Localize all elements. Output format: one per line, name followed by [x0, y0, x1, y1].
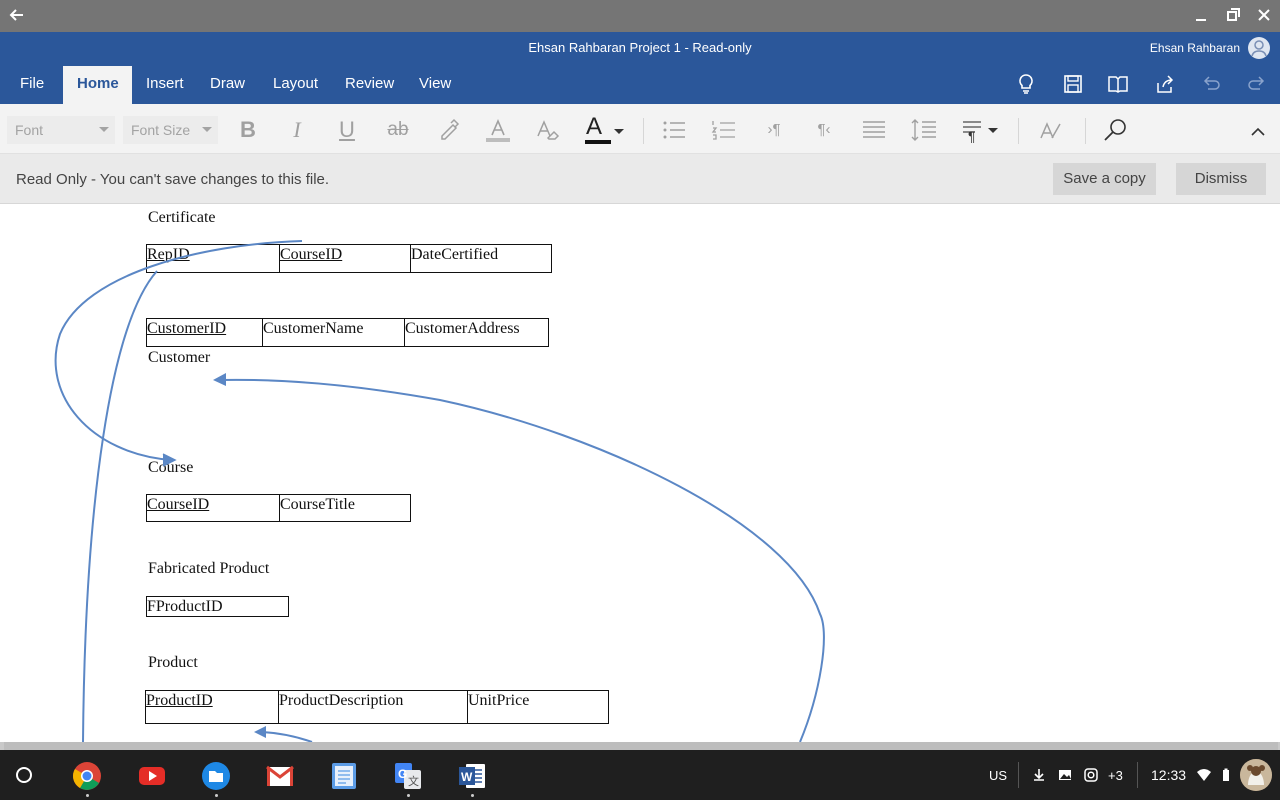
keyboard-locale[interactable]: US: [989, 768, 1007, 783]
chevron-down-icon: [614, 129, 624, 134]
scrollbar-thumb[interactable]: [4, 742, 1278, 750]
person-icon[interactable]: [1248, 37, 1270, 59]
menu-bar: File Home Insert Draw Layout Review View: [0, 64, 1280, 104]
save-icon[interactable]: [1062, 73, 1084, 95]
word-icon[interactable]: W: [457, 761, 487, 791]
tab-draw[interactable]: Draw: [196, 64, 259, 104]
redo-icon[interactable]: [1246, 73, 1268, 95]
tab-layout[interactable]: Layout: [259, 64, 332, 104]
translate-icon[interactable]: G文: [393, 761, 423, 791]
line-spacing-icon[interactable]: [910, 116, 938, 144]
os-shelf: G文 W US +3 12:33: [0, 750, 1280, 800]
restore-icon[interactable]: [1224, 6, 1242, 24]
youtube-icon[interactable]: [137, 761, 167, 791]
font-color-swatch: [585, 140, 611, 144]
chevron-down-icon: [202, 127, 212, 132]
font-size-dropdown-label: Font Size: [131, 122, 191, 138]
app-running-dot: [86, 794, 89, 797]
clear-format-icon[interactable]: [533, 116, 561, 144]
svg-text:W: W: [461, 770, 473, 784]
find-icon[interactable]: [1102, 116, 1130, 144]
ink-arrows: [54, 240, 825, 742]
files-icon[interactable]: [201, 761, 231, 791]
collapse-ribbon-icon[interactable]: [1244, 118, 1272, 146]
highlighter-icon[interactable]: [435, 116, 463, 144]
wifi-icon[interactable]: [1197, 768, 1211, 782]
account-avatar[interactable]: [1240, 759, 1272, 791]
svg-text:¶: ¶: [968, 128, 976, 144]
chrome-icon[interactable]: [72, 761, 102, 791]
font-color-icon[interactable]: [484, 116, 512, 144]
styles-icon[interactable]: [1036, 116, 1064, 144]
app-running-dot: [215, 794, 218, 797]
ink-arrow-to-customer: [219, 378, 825, 742]
ribbon-divider: [1018, 118, 1019, 144]
strikethrough-button[interactable]: ab: [384, 116, 412, 144]
rtl-paragraph-icon[interactable]: ¶‹: [810, 116, 838, 144]
bullets-icon[interactable]: [660, 116, 688, 144]
tab-view[interactable]: View: [405, 64, 465, 104]
italic-button[interactable]: I: [283, 116, 311, 144]
tab-insert[interactable]: Insert: [132, 64, 198, 104]
image-icon[interactable]: [1058, 768, 1072, 782]
undo-icon[interactable]: [1200, 73, 1222, 95]
tray-divider: [1137, 762, 1138, 788]
tab-file[interactable]: File: [6, 64, 58, 104]
ink-arrow-repid-to-course: [54, 240, 303, 461]
user-name[interactable]: Ehsan Rahbaran: [1150, 41, 1240, 55]
notifications-more[interactable]: +3: [1108, 768, 1123, 783]
font-color-dropdown[interactable]: A: [584, 113, 624, 144]
document-canvas[interactable]: Certificate RepID CourseID DateCertified…: [0, 204, 1280, 742]
ink-arrow-to-product: [261, 731, 313, 742]
launcher-icon[interactable]: [16, 767, 32, 783]
ink-arrow-repid-to-course-head: [162, 453, 177, 467]
chevron-down-icon: [99, 127, 109, 132]
ribbon-divider: [1085, 118, 1086, 144]
share-icon[interactable]: [1154, 73, 1176, 95]
bold-button[interactable]: B: [234, 116, 262, 144]
read-only-message: Read Only - You can't save changes to th…: [16, 171, 330, 188]
horizontal-scrollbar[interactable]: [0, 742, 1280, 750]
save-copy-button[interactable]: Save a copy: [1053, 163, 1156, 195]
instagram-icon[interactable]: [1084, 768, 1098, 782]
underline-button[interactable]: U: [333, 116, 361, 144]
ink-arrow-to-product-head: [254, 726, 266, 738]
ribbon: Font Font Size B I U ab A ›¶ ¶‹ ¶: [0, 104, 1280, 154]
svg-text:G: G: [398, 767, 407, 781]
align-icon[interactable]: [860, 116, 888, 144]
font-color-letter: A: [586, 113, 603, 140]
title-bar: Ehsan Rahbaran Project 1 - Read-only Ehs…: [0, 32, 1280, 64]
ink-arrow-course-line: [82, 270, 158, 742]
keep-icon[interactable]: [329, 761, 359, 791]
download-icon[interactable]: [1032, 768, 1046, 782]
numbering-icon[interactable]: [710, 116, 738, 144]
clock[interactable]: 12:33: [1151, 767, 1186, 783]
font-dropdown[interactable]: Font: [7, 116, 115, 144]
minimize-icon[interactable]: [1192, 6, 1210, 24]
paragraph-styles-icon[interactable]: ¶: [960, 116, 1000, 144]
lightbulb-icon[interactable]: [1015, 73, 1037, 95]
dismiss-button[interactable]: Dismiss: [1176, 163, 1266, 195]
ink-arrow-to-customer-head: [213, 373, 226, 386]
font-dropdown-label: Font: [15, 122, 44, 138]
tab-home[interactable]: Home: [63, 66, 132, 104]
window-bar: [0, 0, 1280, 32]
battery-icon[interactable]: [1219, 768, 1233, 782]
arrow-left-icon[interactable]: [9, 6, 25, 24]
ribbon-divider: [643, 118, 644, 144]
svg-text:文: 文: [408, 774, 419, 788]
tray-divider: [1018, 762, 1019, 788]
reading-view-icon[interactable]: [1107, 73, 1129, 95]
tab-review[interactable]: Review: [331, 64, 408, 104]
read-only-notice-bar: Read Only - You can't save changes to th…: [0, 154, 1280, 204]
app-running-dot: [471, 794, 474, 797]
font-size-dropdown[interactable]: Font Size: [123, 116, 218, 144]
gmail-icon[interactable]: [265, 761, 295, 791]
ltr-paragraph-icon[interactable]: ›¶: [760, 116, 788, 144]
app-running-dot: [407, 794, 410, 797]
close-icon[interactable]: [1255, 6, 1273, 24]
document-title: Ehsan Rahbaran Project 1 - Read-only: [528, 40, 752, 55]
